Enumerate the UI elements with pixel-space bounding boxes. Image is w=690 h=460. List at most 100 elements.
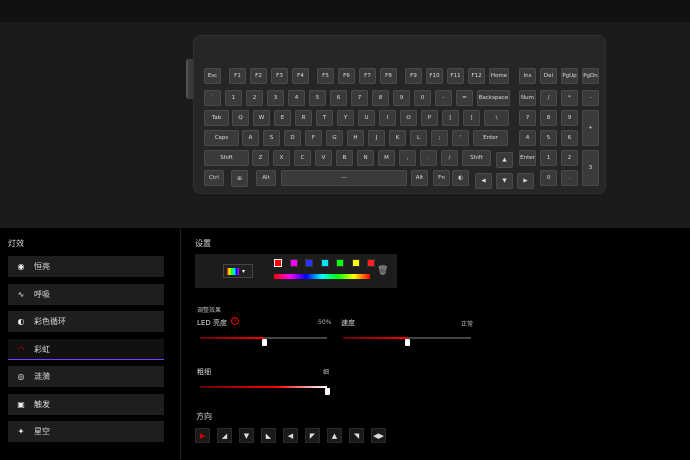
color-gradient-bar[interactable] (274, 274, 370, 279)
key[interactable]: R (295, 110, 312, 126)
key[interactable]: 6 (561, 130, 578, 146)
key[interactable]: 2 (246, 90, 263, 106)
key[interactable]: , (399, 150, 416, 166)
key[interactable]: T (316, 110, 333, 126)
key[interactable]: 8 (372, 90, 389, 106)
key[interactable]: F (305, 130, 322, 146)
key[interactable]: Enter (519, 150, 536, 166)
key[interactable]: F3 (271, 68, 288, 84)
key[interactable]: W (253, 110, 270, 126)
key[interactable]: F10 (426, 68, 443, 84)
key[interactable]: 4 (519, 130, 536, 146)
key[interactable]: * (561, 90, 578, 106)
direction-button[interactable]: ◢ (217, 428, 232, 443)
key[interactable]: Alt (256, 170, 276, 186)
key[interactable]: Del (540, 68, 557, 84)
key[interactable]: X (273, 150, 290, 166)
key[interactable]: ⊞ (231, 170, 248, 187)
trash-icon[interactable]: 🗑 (377, 266, 388, 276)
key[interactable]: P (421, 110, 438, 126)
key[interactable]: Backspace (477, 90, 510, 106)
key[interactable]: 0 (540, 170, 557, 186)
key[interactable]: Shift (462, 150, 491, 166)
key[interactable]: Tab (204, 110, 229, 126)
key[interactable]: F11 (447, 68, 464, 84)
key[interactable]: 3 (582, 150, 599, 186)
key[interactable]: G (326, 130, 343, 146)
color-swatch[interactable] (351, 259, 360, 267)
key[interactable]: 1 (225, 90, 242, 106)
key[interactable]: PgDn (582, 68, 599, 84)
key[interactable]: D (284, 130, 301, 146)
key[interactable]: A (242, 130, 259, 146)
key[interactable]: ▲ (496, 152, 513, 168)
key[interactable]: ] (463, 110, 480, 126)
key[interactable]: Num (519, 90, 536, 106)
key[interactable]: 9 (393, 90, 410, 106)
effect-item[interactable]: ◠ 彩虹 (8, 339, 164, 360)
key[interactable]: O (400, 110, 417, 126)
effect-item[interactable]: ▣ 触发 (8, 394, 164, 415)
key[interactable]: 2 (561, 150, 578, 166)
key[interactable]: 5 (309, 90, 326, 106)
key[interactable]: [ (442, 110, 459, 126)
key[interactable]: Caps (204, 130, 239, 146)
effect-item[interactable]: ∿ 呼吸 (8, 284, 164, 305)
key[interactable]: ▶ (517, 173, 534, 189)
key[interactable]: Enter (473, 130, 508, 146)
color-swatch[interactable] (274, 259, 282, 267)
direction-button[interactable]: ▶ (195, 428, 210, 443)
key[interactable]: 6 (330, 90, 347, 106)
color-picker-button[interactable]: ▾ (223, 264, 253, 278)
key[interactable]: ` (204, 90, 221, 106)
key[interactable]: 1 (540, 150, 557, 166)
key[interactable]: J (368, 130, 385, 146)
key[interactable]: + (582, 110, 599, 146)
key[interactable]: 0 (414, 90, 431, 106)
key[interactable]: 3 (267, 90, 284, 106)
key[interactable]: 7 (351, 90, 368, 106)
key[interactable]: Ins (519, 68, 536, 84)
color-swatch[interactable] (367, 259, 375, 267)
key[interactable]: F2 (250, 68, 267, 84)
direction-button[interactable]: ◥ (349, 428, 364, 443)
key[interactable]: V (315, 150, 332, 166)
key[interactable]: \ (484, 110, 509, 126)
width-slider-thumb[interactable] (325, 388, 330, 395)
color-swatch[interactable] (336, 259, 344, 267)
color-swatch[interactable] (289, 259, 298, 267)
key[interactable]: C (294, 150, 311, 166)
effect-item[interactable]: ◐ 彩色循环 (8, 311, 164, 332)
key[interactable]: I (379, 110, 396, 126)
key[interactable]: PgUp (561, 68, 578, 84)
direction-button[interactable]: ◀▶ (371, 428, 386, 443)
direction-button[interactable]: ◣ (261, 428, 276, 443)
key[interactable]: B (336, 150, 353, 166)
key[interactable]: / (441, 150, 458, 166)
key[interactable]: ' (452, 130, 469, 146)
key[interactable]: 8 (540, 110, 557, 126)
key[interactable]: Ctrl (204, 170, 224, 186)
direction-button[interactable]: ◤ (305, 428, 320, 443)
key[interactable]: F12 (468, 68, 485, 84)
key[interactable]: / (540, 90, 557, 106)
key[interactable]: ▼ (496, 173, 513, 189)
key[interactable]: M (378, 150, 395, 166)
color-swatch[interactable] (305, 259, 313, 267)
key[interactable]: Alt (411, 170, 428, 186)
key[interactable]: . (420, 150, 437, 166)
key[interactable]: H (347, 130, 364, 146)
effect-item[interactable]: ✦ 星空 (8, 421, 164, 442)
info-icon[interactable]: ! (231, 317, 239, 325)
key[interactable]: ◀ (475, 173, 492, 189)
key[interactable]: E (274, 110, 291, 126)
key[interactable]: K (389, 130, 406, 146)
key[interactable]: F4 (292, 68, 309, 84)
key[interactable]: F7 (359, 68, 376, 84)
brightness-slider-thumb[interactable] (261, 339, 267, 346)
effect-item[interactable]: ◉ 恒亮 (8, 256, 164, 277)
direction-button[interactable]: ▲ (327, 428, 342, 443)
key[interactable]: Y (337, 110, 354, 126)
speed-slider-thumb[interactable] (405, 339, 410, 346)
key[interactable]: Q (232, 110, 249, 126)
